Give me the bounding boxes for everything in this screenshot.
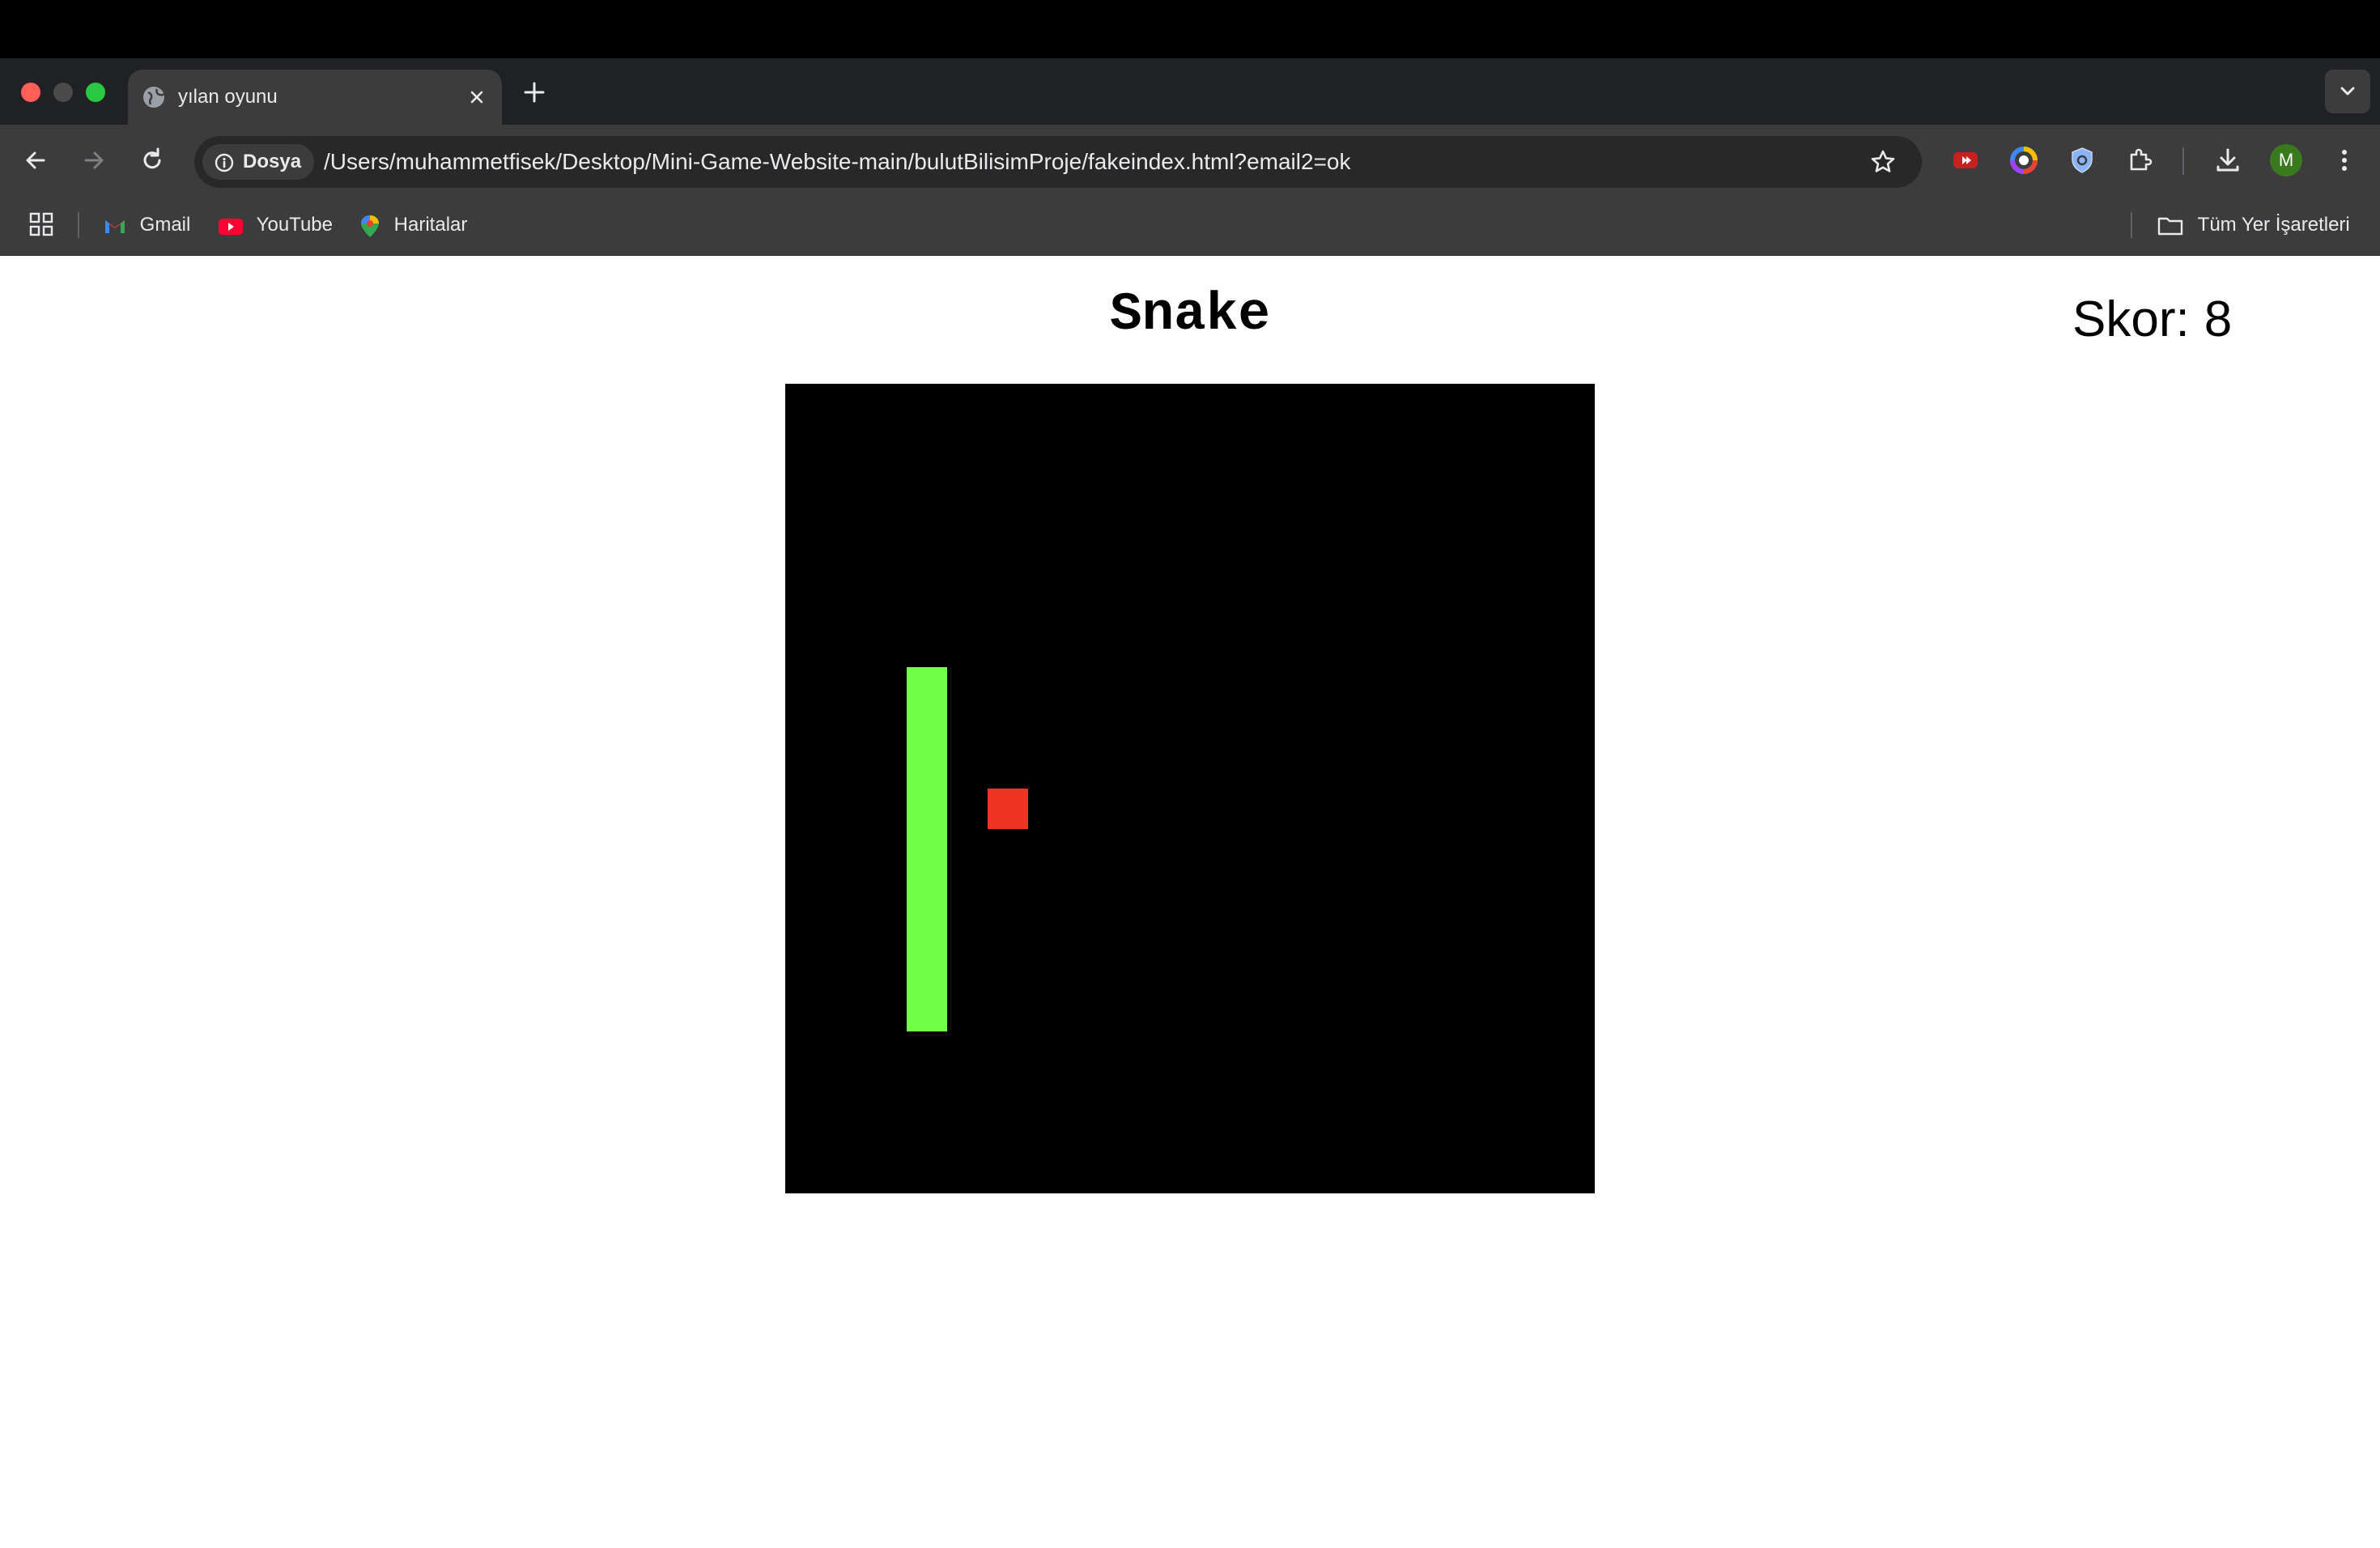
- bookmark-haritalar[interactable]: Haritalar: [358, 209, 467, 241]
- bookmark-label: Haritalar: [393, 214, 468, 236]
- download-icon[interactable]: [2212, 144, 2244, 176]
- toolbar-divider: [2182, 147, 2184, 175]
- score-value: 8: [2204, 291, 2233, 347]
- chevron-down-icon: [2340, 87, 2355, 96]
- all-bookmarks-button[interactable]: Tüm Yer İşaretleri: [2157, 209, 2350, 241]
- bookmark-label: Gmail: [139, 214, 191, 236]
- maps-pin-icon: [361, 215, 379, 237]
- new-tab-icon[interactable]: [518, 76, 550, 108]
- site-info-chip[interactable]: Dosya: [202, 144, 315, 180]
- extensions-puzzle-icon[interactable]: [2124, 144, 2157, 176]
- page-content: Snake Skor: 8: [0, 256, 2380, 1548]
- color-picker-extension-icon[interactable]: [2008, 144, 2040, 176]
- all-bookmarks-label: Tüm Yer İşaretleri: [2197, 214, 2350, 236]
- tab-title: yılan oyunu: [178, 86, 278, 108]
- maximize-window-button[interactable]: [86, 83, 105, 102]
- food: [988, 789, 1028, 829]
- forward-arrow-icon[interactable]: [78, 144, 110, 176]
- youtube-icon: [219, 218, 243, 235]
- close-window-button[interactable]: [21, 83, 40, 102]
- score-display: Skor: 8: [2072, 295, 2232, 345]
- folder-icon: [2157, 217, 2183, 235]
- close-tab-icon[interactable]: [463, 83, 491, 111]
- info-icon: [215, 153, 234, 172]
- snake-body: [907, 667, 947, 1031]
- video-extension-icon[interactable]: [1949, 144, 1982, 176]
- tab-search-button[interactable]: [2325, 70, 2370, 113]
- gmail-icon: [105, 219, 125, 233]
- apps-grid-icon[interactable]: [26, 209, 58, 241]
- bookmark-star-icon[interactable]: [1868, 147, 1898, 176]
- score-label: Skor:: [2072, 291, 2190, 347]
- url-text[interactable]: /Users/muhammetfisek/Desktop/Mini-Game-W…: [324, 136, 1351, 188]
- game-board[interactable]: [785, 384, 1595, 1193]
- globe-icon: [143, 87, 165, 108]
- bookmarks-bar: [0, 196, 2380, 256]
- bookmark-youtube[interactable]: YouTube: [217, 209, 333, 241]
- site-chip-label: Dosya: [243, 151, 302, 172]
- shield-extension-icon[interactable]: [2066, 144, 2098, 176]
- bookmark-label: YouTube: [256, 214, 333, 236]
- more-menu-icon[interactable]: [2328, 144, 2361, 176]
- reload-icon[interactable]: [136, 144, 168, 176]
- os-menubar: [0, 0, 2380, 58]
- bookmarks-divider: [78, 212, 79, 238]
- back-arrow-icon[interactable]: [19, 144, 52, 176]
- bookmark-gmail[interactable]: Gmail: [102, 209, 190, 241]
- address-bar[interactable]: Dosya /Users/muhammetfisek/Desktop/Mini-…: [194, 136, 1922, 188]
- bookmarks-divider: [2131, 212, 2132, 238]
- profile-avatar[interactable]: M: [2270, 144, 2302, 176]
- minimize-window-button[interactable]: [53, 83, 73, 102]
- tab-active[interactable]: yılan oyunu: [128, 70, 502, 125]
- game-title: Snake: [1109, 284, 1271, 345]
